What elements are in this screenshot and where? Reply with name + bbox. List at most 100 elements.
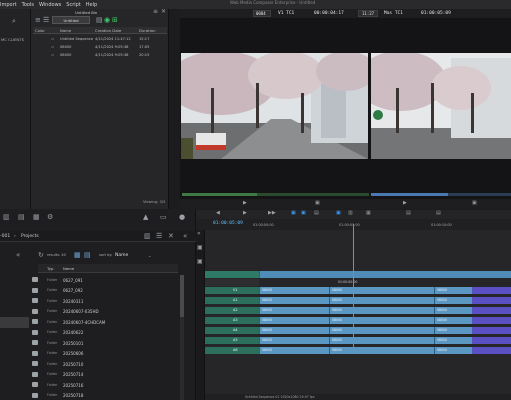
bin-name-field[interactable]: Untitled xyxy=(52,16,90,24)
menu-icon[interactable]: ≡ xyxy=(153,9,158,15)
list-item[interactable]: Folder 20250718 xyxy=(0,391,180,400)
timeline-clip[interactable]: 08000 xyxy=(259,286,329,294)
selected-clip[interactable] xyxy=(472,316,511,324)
timeline-clip[interactable]: 08000 xyxy=(329,326,434,334)
timeline-clip[interactable]: 08000 xyxy=(434,286,472,294)
list-item[interactable]: Folder 20250714 xyxy=(0,370,180,381)
sort-select[interactable]: Name xyxy=(115,253,128,258)
track-header[interactable] xyxy=(205,270,259,278)
clip-icon[interactable]: ▤ xyxy=(18,214,25,221)
collapse-icon[interactable]: « xyxy=(183,233,187,240)
timeline-clip[interactable]: 08000 xyxy=(259,326,329,334)
col-color[interactable]: Color xyxy=(35,28,45,33)
mark-icon[interactable]: ▣ xyxy=(472,201,477,206)
record-monitor-frame[interactable] xyxy=(371,53,511,159)
monitor-icon[interactable]: ▣ xyxy=(197,259,203,265)
audio-track[interactable]: A3 08000 08000 08000 xyxy=(205,316,511,325)
bin-row[interactable]: ▭ 08000 4/11/2024 9:05:38 20:15 xyxy=(33,52,167,60)
list-item[interactable]: Folder 0627_091 xyxy=(0,275,180,286)
selected-clip[interactable] xyxy=(472,336,511,344)
play-icon[interactable]: ▶ xyxy=(403,201,407,206)
projects-scrollbar[interactable] xyxy=(180,275,184,400)
audio-track[interactable]: A1 08000 08000 08000 xyxy=(205,296,511,305)
list-item[interactable]: Folder 20250101 xyxy=(0,338,180,349)
user-icon[interactable]: ● xyxy=(179,214,185,221)
timeline-clip[interactable]: 08000 xyxy=(259,346,329,354)
filter-icon[interactable]: ▤ xyxy=(96,17,103,24)
audio-track[interactable]: A4 08000 08000 08000 xyxy=(205,326,511,335)
refresh-icon[interactable]: ↻ xyxy=(38,252,44,259)
timecode-clip[interactable] xyxy=(259,270,511,278)
audio-track[interactable]: A2 08000 08000 08000 xyxy=(205,306,511,315)
timeline-clip[interactable]: 08000 xyxy=(434,316,472,324)
timeline-clip[interactable]: 08000 xyxy=(329,286,434,294)
timeline-clip[interactable]: 08000 xyxy=(329,346,434,354)
selected-clip[interactable] xyxy=(472,286,511,294)
overwrite-icon[interactable]: ▣ xyxy=(301,211,306,216)
timeline-clip[interactable]: 08000 xyxy=(434,336,472,344)
track-header[interactable]: A6 xyxy=(205,346,259,354)
menu-tools[interactable]: Tools xyxy=(22,2,34,8)
playhead[interactable] xyxy=(353,224,354,354)
breadcrumb-prefix[interactable]: -001 xyxy=(0,234,10,239)
timeline-clip[interactable]: 08000 xyxy=(329,316,434,324)
col-duration[interactable]: Duration xyxy=(139,28,156,33)
track-header[interactable]: A5 xyxy=(205,336,259,344)
menu-windows[interactable]: Windows xyxy=(39,2,61,8)
settings-icon[interactable]: ⚙ xyxy=(47,214,53,221)
track-header[interactable]: V1 xyxy=(205,286,259,294)
play-icon[interactable]: ▶ xyxy=(243,201,247,206)
source-position-bar[interactable] xyxy=(182,193,369,196)
notification-icon[interactable]: ▲ xyxy=(143,214,148,221)
menu-script[interactable]: Script xyxy=(66,2,81,8)
list-icon[interactable]: ☰ xyxy=(43,17,49,24)
trim-icon[interactable]: ▥ xyxy=(348,211,353,216)
list-item[interactable]: Folder 0627_092 xyxy=(0,286,180,297)
store-icon[interactable]: ▭ xyxy=(160,214,167,221)
selected-clip[interactable] xyxy=(472,326,511,334)
col-type[interactable]: Typ xyxy=(47,266,53,271)
list-item[interactable]: Folder 20240622 xyxy=(0,328,180,339)
timeline-clip[interactable]: 08000 xyxy=(434,346,472,354)
close-icon[interactable]: ✕ xyxy=(168,233,174,240)
track-header[interactable]: A4 xyxy=(205,326,259,334)
forward-icon[interactable]: ▶▶ xyxy=(268,211,276,216)
col-name[interactable]: Name xyxy=(60,28,71,33)
bin-row[interactable]: ▭ 08000 4/11/2024 9:05:38 17:05 xyxy=(33,44,167,52)
list-view-icon[interactable]: ▤ xyxy=(84,252,91,259)
double-chevron-left-icon[interactable]: « xyxy=(197,231,201,237)
bin-view-icon[interactable]: ▥ xyxy=(144,233,151,240)
list-item[interactable]: Folder 20240607-035HD xyxy=(0,307,180,318)
list-item[interactable]: Folder 20240607-4CHDCAM xyxy=(0,317,180,328)
selected-clip[interactable] xyxy=(472,306,511,314)
col-name[interactable]: Name xyxy=(63,266,74,271)
track-header[interactable]: A2 xyxy=(205,306,259,314)
list-item[interactable]: Folder 20250710 xyxy=(0,359,180,370)
list-item[interactable]: Folder 20250606 xyxy=(0,349,180,360)
segment-icon[interactable]: ▣ xyxy=(336,211,341,216)
settings-icon[interactable]: ▣ xyxy=(197,245,203,251)
search-icon[interactable]: ⌕ xyxy=(12,18,16,25)
close-icon[interactable]: ✕ xyxy=(161,9,166,15)
timeline-clip[interactable]: 08000 xyxy=(329,296,434,304)
zoom-icon[interactable]: ▤ xyxy=(406,211,411,216)
link-icon[interactable]: ◉ xyxy=(104,17,110,24)
track-header[interactable]: A3 xyxy=(205,316,259,324)
timeline-clip[interactable]: 08000 xyxy=(259,306,329,314)
timeline-clip[interactable]: 08000 xyxy=(434,296,472,304)
bin-icon[interactable]: ▥ xyxy=(3,214,10,221)
list-icon[interactable]: ☰ xyxy=(156,233,162,240)
chevron-down-icon[interactable]: ⌄ xyxy=(148,253,151,258)
list-item[interactable]: Folder 20250716 xyxy=(0,380,180,391)
splice-icon[interactable]: ▣ xyxy=(291,211,296,216)
timeline-clip[interactable]: 08000 xyxy=(329,336,434,344)
add-icon[interactable]: ⊞ xyxy=(112,17,118,24)
source-monitor-frame[interactable] xyxy=(181,53,368,159)
audio-track[interactable]: A5 08000 08000 08000 xyxy=(205,336,511,345)
col-creation-date[interactable]: Creation Date xyxy=(95,28,121,33)
timeline-clip[interactable]: 08000 xyxy=(329,306,434,314)
menu-help[interactable]: Help xyxy=(86,2,97,8)
double-chevron-left-icon[interactable]: « xyxy=(16,252,20,259)
scrollbar-thumb[interactable] xyxy=(180,275,184,317)
snap-icon[interactable]: ▦ xyxy=(366,211,371,216)
